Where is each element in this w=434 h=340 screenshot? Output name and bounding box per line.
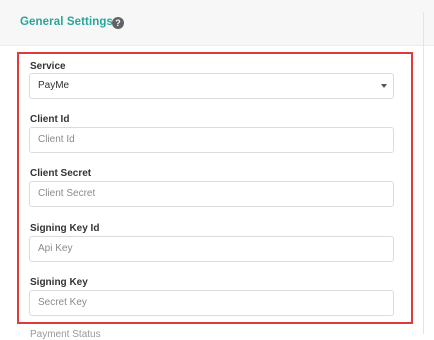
signing-key-placeholder: Secret Key bbox=[38, 297, 87, 308]
service-label: Service bbox=[30, 61, 66, 72]
service-select[interactable]: PayMe bbox=[29, 73, 394, 99]
signing-key-id-label: Signing Key Id bbox=[30, 223, 100, 234]
client-id-input[interactable]: Client Id bbox=[29, 127, 394, 153]
chevron-down-icon bbox=[381, 84, 387, 88]
client-secret-placeholder: Client Secret bbox=[38, 188, 96, 199]
section-header: General Settings ? bbox=[0, 0, 434, 46]
section-title: General Settings bbox=[20, 16, 113, 28]
panel-border bbox=[423, 12, 424, 334]
question-circle-icon[interactable]: ? bbox=[112, 17, 124, 29]
client-secret-label: Client Secret bbox=[30, 168, 92, 179]
signing-key-input[interactable]: Secret Key bbox=[29, 290, 394, 316]
signing-key-label: Signing Key bbox=[30, 277, 88, 288]
service-select-value: PayMe bbox=[38, 80, 70, 91]
client-id-label: Client Id bbox=[30, 114, 70, 125]
signing-key-id-placeholder: Api Key bbox=[38, 243, 73, 254]
client-secret-input[interactable]: Client Secret bbox=[29, 181, 394, 207]
client-id-placeholder: Client Id bbox=[38, 134, 75, 145]
signing-key-id-input[interactable]: Api Key bbox=[29, 236, 394, 262]
payment-status-label: Payment Status bbox=[30, 329, 101, 340]
